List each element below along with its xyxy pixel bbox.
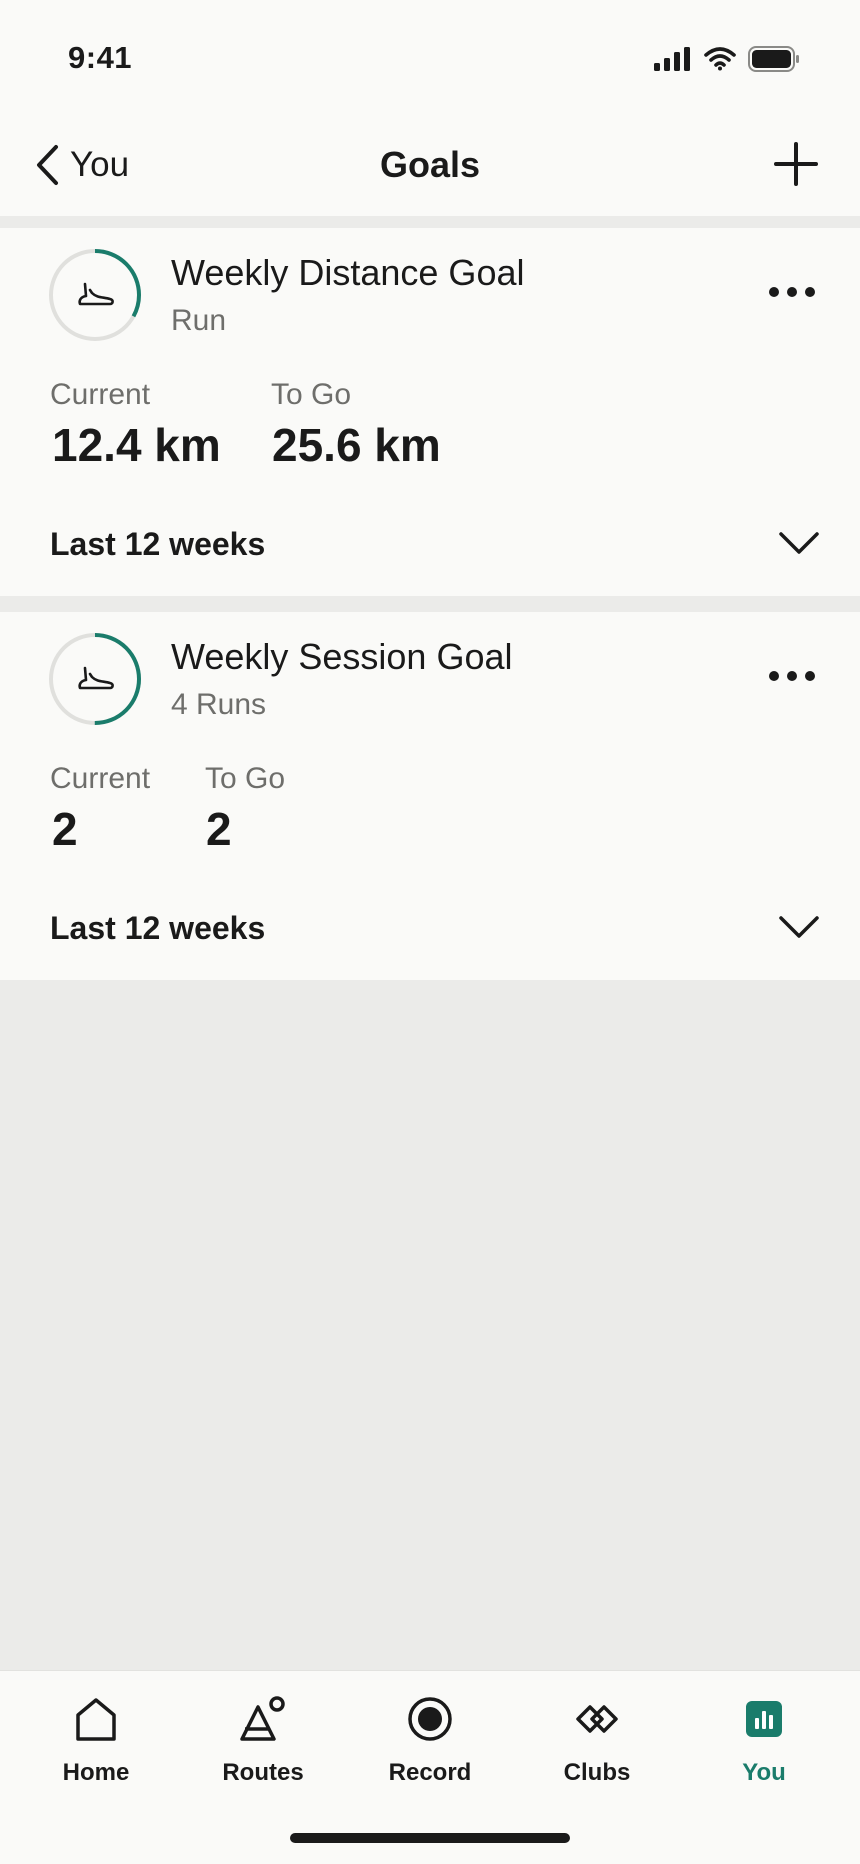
- goal-card-weekly-session[interactable]: Weekly Session Goal 4 Runs Current 2 To …: [0, 612, 860, 980]
- to-go-value: 2: [206, 803, 232, 855]
- goal-title: Weekly Distance Goal: [171, 252, 525, 293]
- clubs-icon: [576, 1705, 618, 1733]
- tab-record[interactable]: Record: [360, 1695, 500, 1805]
- wifi-icon: [704, 47, 736, 71]
- cellular-signal-icon: [654, 47, 690, 71]
- add-goal-button[interactable]: [770, 138, 822, 190]
- record-icon: [408, 1697, 452, 1741]
- goal-progress-ring: [49, 249, 141, 341]
- more-options-icon[interactable]: [768, 278, 816, 306]
- tab-label: Routes: [222, 1759, 304, 1786]
- run-shoe-icon: [78, 282, 114, 306]
- run-shoe-icon: [78, 666, 114, 690]
- status-bar: 9:41: [0, 0, 860, 110]
- routes-icon: [240, 1696, 285, 1741]
- chevron-down-icon: [779, 532, 819, 554]
- current-label: Current: [50, 762, 151, 795]
- tab-label: You: [742, 1759, 786, 1786]
- tab-routes[interactable]: Routes: [193, 1695, 333, 1805]
- tab-label: Record: [388, 1759, 472, 1786]
- current-value: 2: [52, 803, 78, 855]
- status-time: 9:41: [68, 40, 133, 75]
- battery-icon: [748, 46, 799, 72]
- tab-clubs[interactable]: Clubs: [527, 1695, 667, 1805]
- goal-subtitle: 4 Runs: [171, 688, 267, 721]
- tab-label: Home: [62, 1759, 130, 1786]
- goal-title: Weekly Session Goal: [171, 636, 513, 677]
- home-icon: [76, 1698, 116, 1741]
- current-value: 12.4 km: [52, 419, 221, 471]
- to-go-label: To Go: [271, 378, 352, 411]
- home-indicator[interactable]: [290, 1833, 570, 1843]
- period-label: Last 12 weeks: [50, 526, 266, 562]
- goal-subtitle: Run: [171, 304, 227, 337]
- period-label: Last 12 weeks: [50, 910, 266, 946]
- you-icon: [746, 1701, 782, 1737]
- navigation-bar: You Goals: [0, 110, 860, 216]
- current-label: Current: [50, 378, 151, 411]
- to-go-label: To Go: [205, 762, 286, 795]
- chevron-down-icon: [779, 916, 819, 938]
- goal-card-weekly-distance[interactable]: Weekly Distance Goal Run Current 12.4 km…: [0, 228, 860, 596]
- period-selector[interactable]: Last 12 weeks: [0, 890, 860, 970]
- to-go-value: 25.6 km: [272, 419, 441, 471]
- goal-progress-ring: [49, 633, 141, 725]
- tab-label: Clubs: [563, 1759, 631, 1786]
- status-icons: [654, 46, 800, 72]
- tab-home[interactable]: Home: [26, 1695, 166, 1805]
- page-title: Goals: [379, 144, 481, 185]
- period-selector[interactable]: Last 12 weeks: [0, 506, 860, 586]
- tab-you[interactable]: You: [694, 1695, 834, 1805]
- more-options-icon[interactable]: [768, 662, 816, 690]
